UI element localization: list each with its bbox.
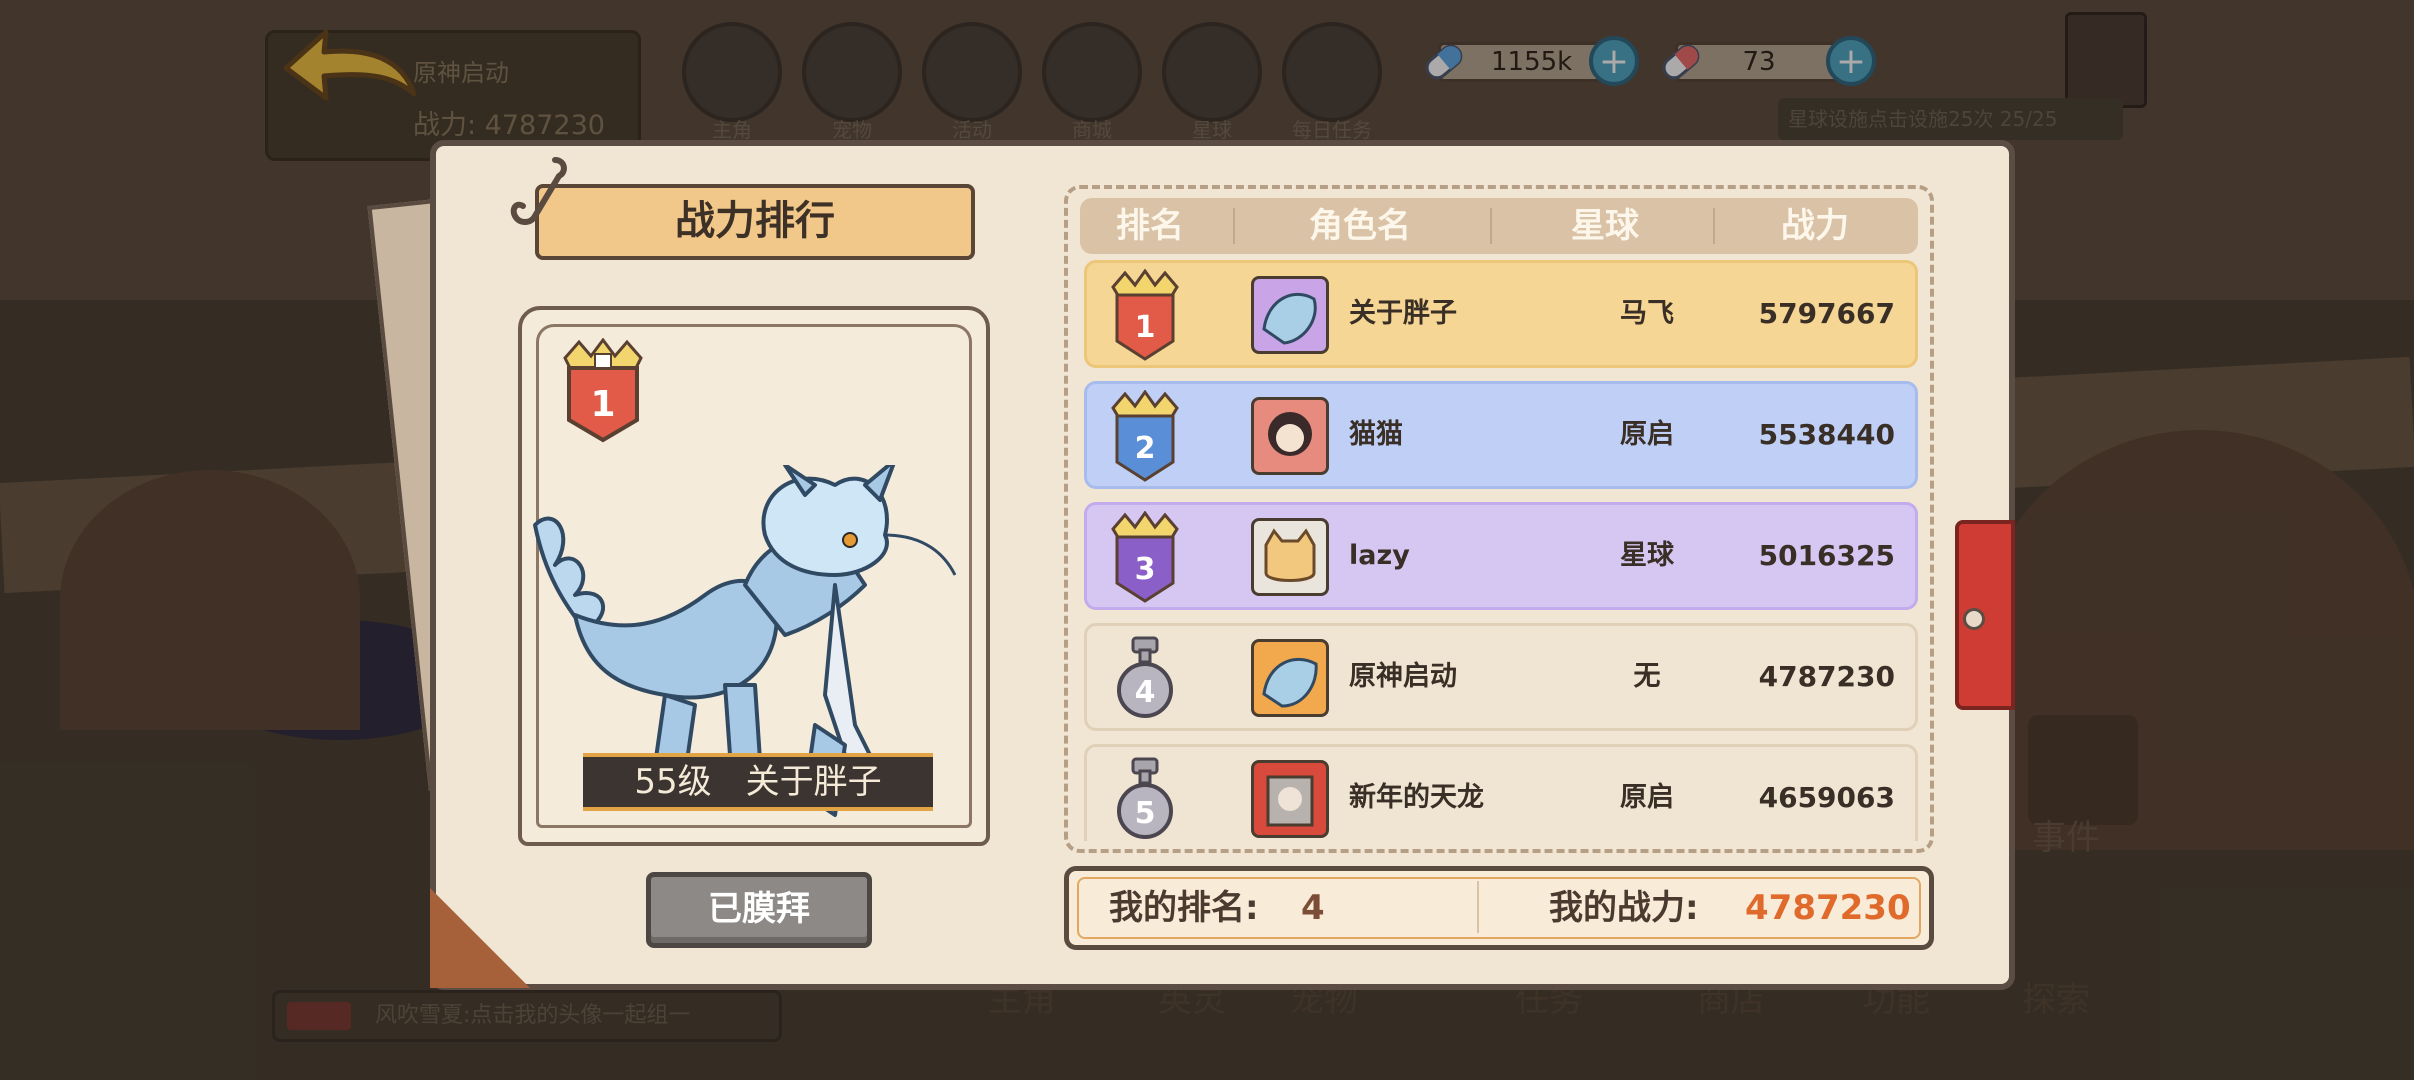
row-rank-number: 4 [1135, 675, 1156, 710]
cat-avatar-icon [1264, 528, 1316, 582]
row-rank-number: 1 [1135, 310, 1156, 345]
my-power-value: 4787230 [1745, 888, 1911, 928]
panel-title: 战力排行 [535, 184, 975, 260]
ranking-row[interactable]: 4 原神启动 无 4787230 [1084, 623, 1918, 731]
player-power: 4787230 [1758, 660, 1895, 693]
player-name: 猫猫 [1349, 419, 1403, 450]
player-planet: 原启 [1620, 782, 1674, 813]
player-avatar[interactable] [1251, 276, 1329, 354]
rank-2-badge-icon: 2 [1111, 390, 1179, 482]
column-header-power: 战力 [1781, 206, 1849, 246]
player-avatar[interactable] [1251, 760, 1329, 838]
player-power: 5797667 [1758, 297, 1895, 330]
rank-medal-icon: 4 [1117, 636, 1173, 718]
dragon-avatar-icon [1262, 293, 1317, 345]
player-name: 关于胖子 [1349, 298, 1457, 329]
player-planet: 马飞 [1620, 298, 1674, 329]
player-planet: 无 [1633, 661, 1661, 692]
column-header-planet: 星球 [1571, 206, 1639, 246]
row-rank-number: 5 [1135, 796, 1156, 831]
rank-1-badge-number: 1 [590, 384, 615, 425]
ranking-row[interactable]: 2 猫猫 原启 5538440 [1084, 381, 1918, 489]
column-header-rank: 排名 [1116, 206, 1184, 246]
player-power: 4659063 [1758, 781, 1895, 814]
header-divider [1713, 208, 1715, 244]
featured-level-name: 55级 关于胖子 [583, 753, 933, 811]
player-name: lazy [1349, 540, 1410, 571]
girl-avatar-icon [1268, 412, 1312, 456]
ranking-row[interactable]: 5 新年的天龙 原启 4659063 [1084, 744, 1918, 841]
festival-avatar-icon [1266, 775, 1314, 827]
rank-1-badge-icon: 1 [1111, 269, 1179, 361]
row-rank-number: 3 [1135, 552, 1156, 587]
row-rank-number: 2 [1135, 431, 1156, 466]
column-header-name: 角色名 [1309, 206, 1411, 246]
rank-1-badge-icon: 1 [563, 338, 643, 443]
player-avatar[interactable] [1251, 397, 1329, 475]
my-rank-value: 4 [1301, 888, 1325, 928]
rank-medal-icon: 5 [1117, 757, 1173, 839]
header-divider [1233, 208, 1235, 244]
my-bar-divider [1477, 881, 1479, 933]
my-ranking-bar: 我的排名: 4 我的战力: 4787230 [1064, 866, 1934, 950]
player-avatar[interactable] [1251, 639, 1329, 717]
player-power: 5538440 [1758, 418, 1895, 451]
side-tab-pin-icon [1963, 608, 1985, 630]
hook-icon [510, 157, 567, 225]
side-tab[interactable] [1955, 520, 2015, 710]
ranking-list[interactable]: 1 关于胖子 马飞 5797667 2 猫猫 原启 5538440 3 lazy… [1080, 258, 1920, 841]
ranking-list-header: 排名 角色名 星球 战力 [1080, 198, 1918, 254]
player-planet: 星球 [1620, 540, 1674, 571]
ranking-row[interactable]: 3 lazy 星球 5016325 [1084, 502, 1918, 610]
rank-3-badge-icon: 3 [1111, 511, 1179, 603]
player-name: 新年的天龙 [1349, 782, 1484, 813]
player-planet: 原启 [1620, 419, 1674, 450]
my-rank-label: 我的排名: [1109, 888, 1259, 928]
ranking-row[interactable]: 1 关于胖子 马飞 5797667 [1084, 260, 1918, 368]
dragon-avatar-icon [1262, 658, 1318, 708]
header-divider [1490, 208, 1492, 244]
worship-button[interactable]: 已膜拜 [646, 872, 872, 948]
player-power: 5016325 [1758, 539, 1895, 572]
my-power-label: 我的战力: [1549, 888, 1699, 928]
player-name: 原神启动 [1349, 661, 1457, 692]
player-avatar[interactable] [1251, 518, 1329, 596]
